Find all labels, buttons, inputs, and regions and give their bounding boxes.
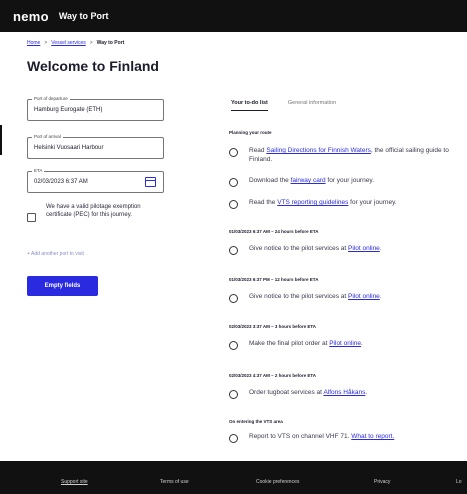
todo-item-fairway-card: Download the fairway card for your journ… [229,177,461,187]
todo-item-tugboat: Order tugboat services at Alfons Håkans. [229,389,461,399]
pilot-online-link[interactable]: Pilot online [329,340,361,347]
footer-support-link[interactable]: Support site [61,479,88,485]
what-to-report-link[interactable]: What to report. [351,433,394,440]
calendar-icon[interactable] [145,177,156,187]
brand-logo[interactable]: nemo [13,9,49,24]
footer-terms-link[interactable]: Terms of use [160,479,189,485]
todo-item-sailing-directions: Read Sailing Directions for Finnish Wate… [229,147,461,164]
todo-radio[interactable] [229,148,238,157]
todo-radio[interactable] [229,178,238,187]
breadcrumb: Home > Vessel services > Way to Port [27,40,124,46]
todo-radio[interactable] [229,434,238,443]
todo-radio[interactable] [229,246,238,255]
todo-item-pilot-12h: Give notice to the pilot services at Pil… [229,293,461,303]
departure-port-value: Hamburg Eurogate (ETH) [34,107,103,113]
departure-port-field[interactable]: Port of departure Hamburg Eurogate (ETH) [27,96,164,121]
fairway-card-link[interactable]: fairway card [291,177,326,184]
todo-item-pilot-final: Make the final pilot order at Pilot onli… [229,340,461,350]
pec-option: We have a valid pilotage exemption certi… [27,203,156,222]
eta-value: 02/03/2023 6:37 AM [34,179,88,185]
pec-checkbox[interactable] [27,213,36,222]
app-title[interactable]: Way to Port [59,11,109,21]
section-title-24h: 01/03/2023 6:37 AM – 24 hours before ETA [229,229,319,234]
sailing-directions-link[interactable]: Sailing Directions for Finnish Waters [266,147,371,154]
tabs: Your to-do list General information [231,100,336,111]
todo-item-vts-report: Report to VTS on channel VHF 71. What to… [229,433,461,443]
arrival-port-label: Port of arrival [32,134,63,139]
todo-radio[interactable] [229,200,238,209]
alfons-hakans-link[interactable]: Alfons Håkans [323,389,365,396]
vts-guidelines-link[interactable]: VTS reporting guidelines [277,199,348,206]
arrival-port-value: Helsinki Vuosaari Harbour [34,145,104,151]
breadcrumb-current: Way to Port [96,40,125,46]
side-edge-marker [0,125,2,155]
empty-fields-button[interactable]: Empty fields [27,276,98,296]
section-title-vts: On entering the VTS area [229,419,283,424]
footer-truncated-link[interactable]: Lo [456,479,462,485]
eta-field[interactable]: ETA 02/03/2023 6:37 AM [27,168,164,193]
pilot-online-link[interactable]: Pilot online [348,293,380,300]
tab-todo-list[interactable]: Your to-do list [231,100,268,111]
todo-radio[interactable] [229,341,238,350]
todo-item-pilot-24h: Give notice to the pilot services at Pil… [229,245,461,255]
todo-item-vts-guidelines: Read the VTS reporting guidelines for yo… [229,199,461,209]
footer-cookie-link[interactable]: Cookie preferences [256,479,299,485]
section-title-2h: 02/03/2023 4:37 AM – 2 hours before ETA [229,373,317,378]
breadcrumb-separator: > [44,40,48,46]
eta-label: ETA [32,168,45,173]
section-title-planning: Planning your route [229,130,272,135]
pilot-online-link[interactable]: Pilot online [348,245,380,252]
breadcrumb-separator: > [89,40,93,46]
pec-label: We have a valid pilotage exemption certi… [46,204,141,218]
top-bar: nemo Way to Port [0,0,467,32]
add-port-link[interactable]: + Add another port to visit [27,251,84,257]
arrival-port-field[interactable]: Port of arrival Helsinki Vuosaari Harbou… [27,134,164,159]
section-title-12h: 01/03/2023 6:37 PM – 12 hours before ETA [229,277,319,282]
todo-radio[interactable] [229,294,238,303]
page-title: Welcome to Finland [27,58,159,74]
footer: Support site Terms of use Cookie prefere… [0,461,467,494]
tab-general-information[interactable]: General information [288,100,336,111]
section-title-3h: 02/03/2023 3:37 AM – 3 hours before ETA [229,324,317,329]
breadcrumb-vessel-services-link[interactable]: Vessel services [51,40,85,46]
footer-privacy-link[interactable]: Privacy [374,479,390,485]
todo-radio[interactable] [229,390,238,399]
breadcrumb-home-link[interactable]: Home [27,40,40,46]
departure-port-label: Port of departure [32,96,70,101]
